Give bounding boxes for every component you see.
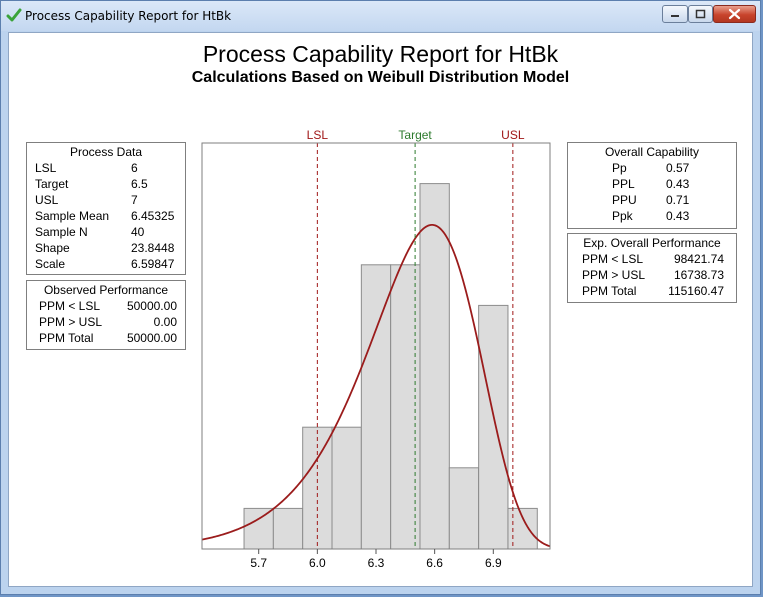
minimize-icon — [671, 15, 679, 17]
maximize-icon — [695, 9, 706, 19]
minimize-button[interactable] — [662, 5, 688, 23]
capability-histogram: LSL Target USL 5.7 6.0 6.3 6.6 6.9 — [201, 128, 551, 570]
histogram-bar — [272, 507, 304, 550]
x-tick-label: 5.7 — [250, 556, 267, 570]
window-title: Process Capability Report for HtBk — [25, 9, 232, 23]
close-icon — [728, 8, 741, 20]
histogram-bar — [419, 183, 450, 550]
spec-label-usl: USL — [501, 128, 525, 142]
spec-label-target: Target — [398, 128, 432, 142]
close-button[interactable] — [713, 5, 756, 23]
checkmark-icon — [6, 8, 22, 22]
histogram-bar — [243, 507, 274, 550]
histogram-bar — [478, 304, 509, 550]
maximize-button[interactable] — [688, 5, 713, 23]
spec-label-lsl: LSL — [307, 128, 329, 142]
x-tick-label: 6.6 — [426, 556, 443, 570]
title-bar[interactable]: Process Capability Report for HtBk — [1, 1, 760, 31]
report-window: Process Capability Report for HtBk Proce… — [0, 0, 761, 595]
histogram-bar — [360, 264, 392, 550]
report-content: Process Capability Report for HtBk Calcu… — [8, 32, 753, 587]
histogram-bar — [331, 426, 362, 550]
x-tick-label: 6.3 — [368, 556, 385, 570]
x-tick-label: 6.9 — [485, 556, 502, 570]
histogram-bar — [448, 467, 480, 550]
x-tick-label: 6.0 — [309, 556, 326, 570]
